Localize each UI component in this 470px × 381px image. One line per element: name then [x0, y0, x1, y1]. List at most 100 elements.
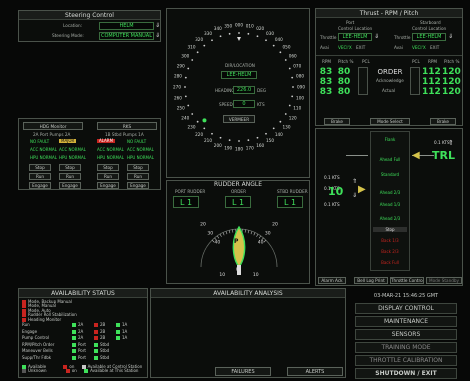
legend-on-2: on — [71, 368, 77, 374]
menu-shutdown-exit[interactable]: SHUTDOWN / EXIT — [355, 368, 457, 379]
stbd-engage-1a-button[interactable]: Engage — [127, 182, 149, 189]
compass-tick-dot — [191, 59, 194, 61]
menu-sensors[interactable]: SENSORS — [355, 329, 457, 340]
port-engage-2a-button[interactable]: Engage — [29, 182, 51, 189]
telegraph-level[interactable]: Ahead Full — [373, 157, 407, 162]
telegraph-level[interactable]: Standard — [373, 172, 407, 177]
kts-bot-left: 0.1 KTS — [324, 202, 340, 207]
port-throttle-value[interactable]: LEE-HELM — [338, 33, 372, 41]
throttle-control-button[interactable]: Throttle Control — [390, 277, 424, 284]
stbd-run-1b-button[interactable]: Run — [97, 173, 119, 180]
telegraph-level[interactable]: Back Full — [373, 260, 407, 265]
availability-modes: Mode, Backup Manual Mode, Manual Mode, Aut… — [22, 299, 77, 322]
telegraph-up-icon[interactable]: ⇑ — [448, 139, 454, 147]
port-rpm-label: RPM — [322, 59, 332, 64]
port-stop-2a-button[interactable]: Stop — [29, 164, 51, 171]
failures-button[interactable]: FAILURES — [215, 367, 271, 376]
port-engage-2b-button[interactable]: Engage — [59, 182, 81, 189]
stbd-hpu-1a: HPU NORMAL — [127, 155, 154, 160]
stbd-pitch-ack: 120 — [442, 77, 461, 87]
bell-log-print-button[interactable]: Bell Log Print — [354, 277, 388, 284]
port-throttle-dropdown-icon[interactable]: ⇓ — [374, 33, 379, 40]
rudder-tick — [250, 231, 253, 235]
compass-tick-label: 070 — [293, 63, 301, 68]
stbd-stop-1a-button[interactable]: Stop — [127, 164, 149, 171]
dir-location-value: LEE-HELM — [221, 71, 257, 79]
port-pumps-label: 2A Port Pumps 2A — [33, 132, 71, 137]
port-throttle-label: Throttle — [320, 35, 337, 40]
stbd-control-location-label: Control Location — [412, 26, 447, 31]
compass-tick-dot — [288, 104, 291, 107]
stbd-pitch-actual: 120 — [442, 87, 461, 97]
port-rpm-actual: 83 — [319, 87, 333, 97]
compass-tick-dot — [279, 120, 282, 123]
mode-standby-button[interactable]: Mode Standby — [426, 277, 462, 284]
steering-mode-value[interactable]: COMPUTER MANUAL — [99, 32, 154, 40]
port-run-2b-button[interactable]: Run — [59, 173, 81, 180]
port-run-2a-button[interactable]: Run — [29, 173, 51, 180]
vermeer-button[interactable]: VERMEER — [223, 115, 255, 123]
stbd-pump-1b-status: ALARM — [97, 138, 116, 144]
order-pointer-left-icon: ▶ — [358, 184, 366, 195]
availability-cell: 2B — [94, 322, 116, 327]
stbd-brake-button[interactable]: Brake — [430, 118, 456, 125]
port-control-location-label: Control Location — [338, 26, 373, 31]
compass-tick-label: 200 — [214, 143, 222, 148]
alerts-button[interactable]: ALERTS — [287, 367, 343, 376]
legend-available-at-this-station: Available at This Station — [90, 368, 139, 374]
hdg-monitor-button[interactable]: HDG Monitor — [23, 122, 83, 130]
speed-order-value: 10 — [328, 185, 344, 198]
order-row-label: ORDER — [377, 68, 403, 76]
compass-tick-label: 320 — [195, 37, 203, 42]
compass-tick-dot — [196, 120, 199, 123]
compass-tick-dot — [196, 51, 199, 54]
port-pcl-bar — [358, 67, 368, 95]
compass-panel: 000 010 020 030 040 050 060 070 080 090 100 110 120 1… — [166, 8, 310, 178]
telegraph-level[interactable]: Back 2/3 — [373, 249, 407, 254]
compass-tick-dot — [238, 32, 240, 34]
telegraph-level[interactable]: Stop — [373, 227, 407, 232]
menu-throttle-calibration[interactable]: THROTTLE CALIBRATION — [355, 355, 457, 366]
menu-display-control[interactable]: DISPLAY CONTROL — [355, 303, 457, 314]
rudder-tick — [256, 233, 259, 237]
menu-maintenance[interactable]: MAINTENANCE — [355, 316, 457, 327]
stbd-stop-1b-button[interactable]: Stop — [97, 164, 119, 171]
compass-tick-label: 160 — [256, 143, 264, 148]
location-value[interactable]: HELM — [99, 22, 154, 30]
stbd-run-1a-button[interactable]: Run — [127, 173, 149, 180]
compass-tick-dot — [184, 86, 186, 88]
mode-select-button[interactable]: Mode Select — [370, 118, 410, 125]
stbd-throttle-label: Throttle — [394, 35, 411, 40]
actual-row-label: Actual — [382, 88, 396, 93]
port-stop-2b-button[interactable]: Stop — [59, 164, 81, 171]
rudder-tick — [232, 229, 234, 233]
steering-control-title: Steering Control — [19, 11, 160, 20]
telegraph-level[interactable]: Ahead 2/3 — [373, 216, 407, 221]
telegraph-panel: Flank Ahead Full Standard Ahead 2/3 Ahead 1/… — [315, 128, 463, 286]
alarm-ack-button[interactable]: Alarm Ack — [318, 277, 346, 284]
speed-order-up-icon[interactable]: ⇑ — [352, 178, 357, 185]
compass-tick-label: 010 — [246, 23, 254, 28]
rks-button[interactable]: RKS — [97, 122, 157, 130]
stbd-throttle-value[interactable]: LEE-HELM — [412, 33, 446, 41]
menu-training-mode[interactable]: TRAINING MODE — [355, 342, 457, 353]
trl-indicator: TRL — [432, 149, 455, 162]
compass-tick-dot — [284, 113, 287, 115]
telegraph-level[interactable]: Back 1/3 — [373, 238, 407, 243]
telegraph-level[interactable]: Flank — [373, 137, 407, 142]
port-label: Port — [346, 20, 355, 25]
port-avail-value2: EXIT — [356, 45, 366, 50]
port-pitch-order: 80 — [337, 67, 351, 77]
telegraph-level[interactable]: Ahead 2/3 — [373, 190, 407, 195]
compass-tick-label: 150 — [266, 138, 274, 143]
steering-mode-dropdown-icon[interactable]: ⇓ — [155, 32, 161, 40]
speed-order-down-icon[interactable]: ⇓ — [352, 192, 357, 199]
availability-analysis-title: AVAILABILITY ANALYSIS — [151, 289, 345, 298]
stbd-throttle-dropdown-icon[interactable]: ⇓ — [448, 33, 453, 40]
location-dropdown-icon[interactable]: ⇓ — [155, 22, 161, 30]
stbd-engage-1b-button[interactable]: Engage — [97, 182, 119, 189]
telegraph-level[interactable]: Ahead 1/3 — [373, 202, 407, 207]
port-brake-button[interactable]: Brake — [324, 118, 350, 125]
port-hpu-2b: HPU NORMAL — [59, 155, 86, 160]
rudder-tick-label: 20 — [200, 222, 206, 228]
